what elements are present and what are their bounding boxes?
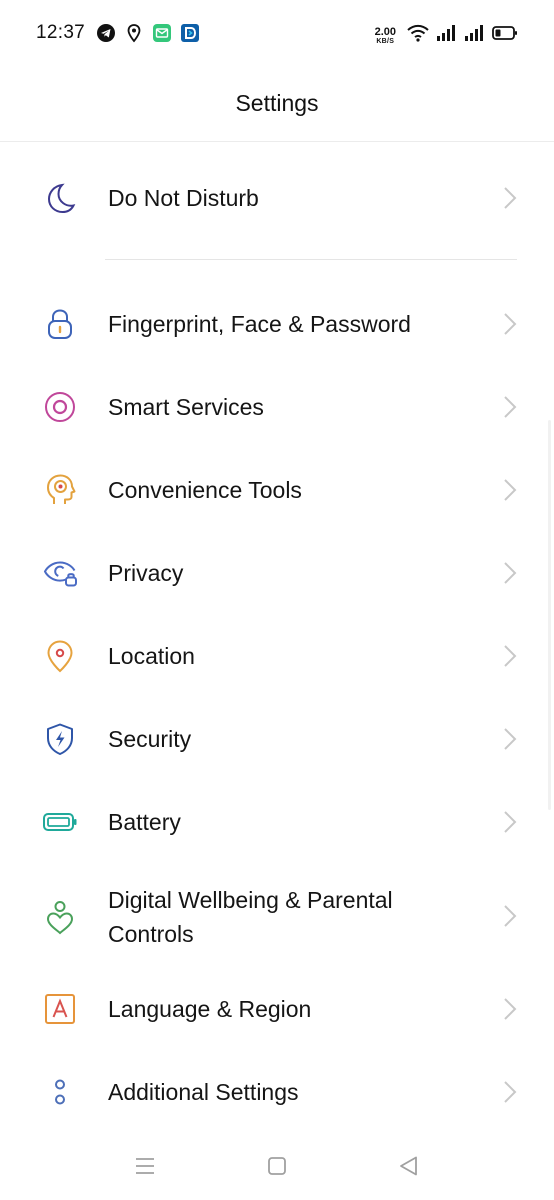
notification-icons [96, 23, 200, 43]
settings-item-privacy[interactable]: Privacy [0, 535, 554, 611]
battery-icon [42, 804, 78, 840]
settings-item-label: Location [108, 643, 195, 669]
settings-item-do-not-disturb[interactable]: Do Not Disturb [0, 160, 554, 236]
chevron-right-icon [502, 478, 518, 502]
settings-item-label: Security [108, 726, 192, 752]
chevron-right-icon [502, 644, 518, 668]
moon-icon [42, 180, 78, 216]
chevron-right-icon [502, 561, 518, 585]
location-pin-icon [124, 23, 144, 43]
title-bar: Settings [0, 68, 554, 142]
head-gear-icon [42, 472, 78, 508]
chevron-right-icon [502, 727, 518, 751]
menu-icon[interactable] [133, 1154, 157, 1178]
settings-item-additional-settings[interactable]: Additional Settings [0, 1054, 554, 1130]
settings-item-smart-services[interactable]: Smart Services [0, 369, 554, 445]
settings-item-security[interactable]: Security [0, 701, 554, 777]
settings-item-label: Privacy [108, 560, 184, 586]
chevron-right-icon [502, 312, 518, 336]
chevron-right-icon [502, 904, 518, 928]
network-speed-unit: KB/S [376, 37, 395, 45]
chevron-right-icon [502, 186, 518, 210]
back-triangle-icon[interactable] [397, 1154, 421, 1178]
settings-item-digital-wellbeing[interactable]: Digital Wellbeing & Parental Controls [0, 867, 554, 977]
person-heart-icon [42, 900, 78, 936]
settings-item-convenience-tools[interactable]: Convenience Tools [0, 452, 554, 528]
lock-icon [42, 306, 78, 342]
settings-item-battery[interactable]: Battery [0, 784, 554, 860]
network-speed: 2.00 KB/S [374, 25, 396, 45]
chevron-right-icon [502, 395, 518, 419]
status-time: 12:37 [36, 22, 86, 43]
settings-item-label: Language & Region [108, 996, 312, 1022]
settings-item-label: Do Not Disturb [108, 185, 259, 211]
telegram-icon [96, 23, 116, 43]
navigation-bar [0, 1140, 554, 1200]
page-title: Settings [235, 90, 319, 116]
settings-item-language-region[interactable]: Language & Region [0, 971, 554, 1047]
messages-icon [152, 23, 172, 43]
scrollbar[interactable] [548, 420, 551, 810]
section-divider [105, 259, 517, 260]
shield-bolt-icon [42, 721, 78, 757]
eye-lock-icon [42, 555, 78, 591]
settings-item-label: Smart Services [108, 394, 264, 420]
settings-item-label: Fingerprint, Face & Password [108, 311, 411, 337]
status-bar: 12:37 2.00 KB/S [0, 0, 554, 68]
chevron-right-icon [502, 1080, 518, 1104]
wifi-icon [406, 23, 430, 48]
chevron-right-icon [502, 997, 518, 1021]
settings-item-fingerprint-face-password[interactable]: Fingerprint, Face & Password [0, 286, 554, 362]
app-d-icon [180, 23, 200, 43]
settings-item-label: Additional Settings [108, 1079, 299, 1105]
settings-item-label: Battery [108, 809, 181, 835]
settings-item-location[interactable]: Location [0, 618, 554, 694]
chevron-right-icon [502, 810, 518, 834]
location-icon [42, 638, 78, 674]
settings-item-label: Digital Wellbeing & Parental Controls [108, 887, 393, 947]
letter-a-icon [42, 991, 78, 1027]
settings-item-label: Convenience Tools [108, 477, 302, 503]
signal-2-icon [464, 24, 486, 47]
target-ring-icon [42, 389, 78, 425]
system-status-icons: 2.00 KB/S [375, 23, 518, 48]
battery-status-icon [492, 25, 518, 46]
network-speed-value: 2.00 [374, 25, 396, 38]
dots-icon [42, 1074, 78, 1110]
home-square-icon[interactable] [265, 1154, 289, 1178]
signal-1-icon [436, 24, 458, 47]
